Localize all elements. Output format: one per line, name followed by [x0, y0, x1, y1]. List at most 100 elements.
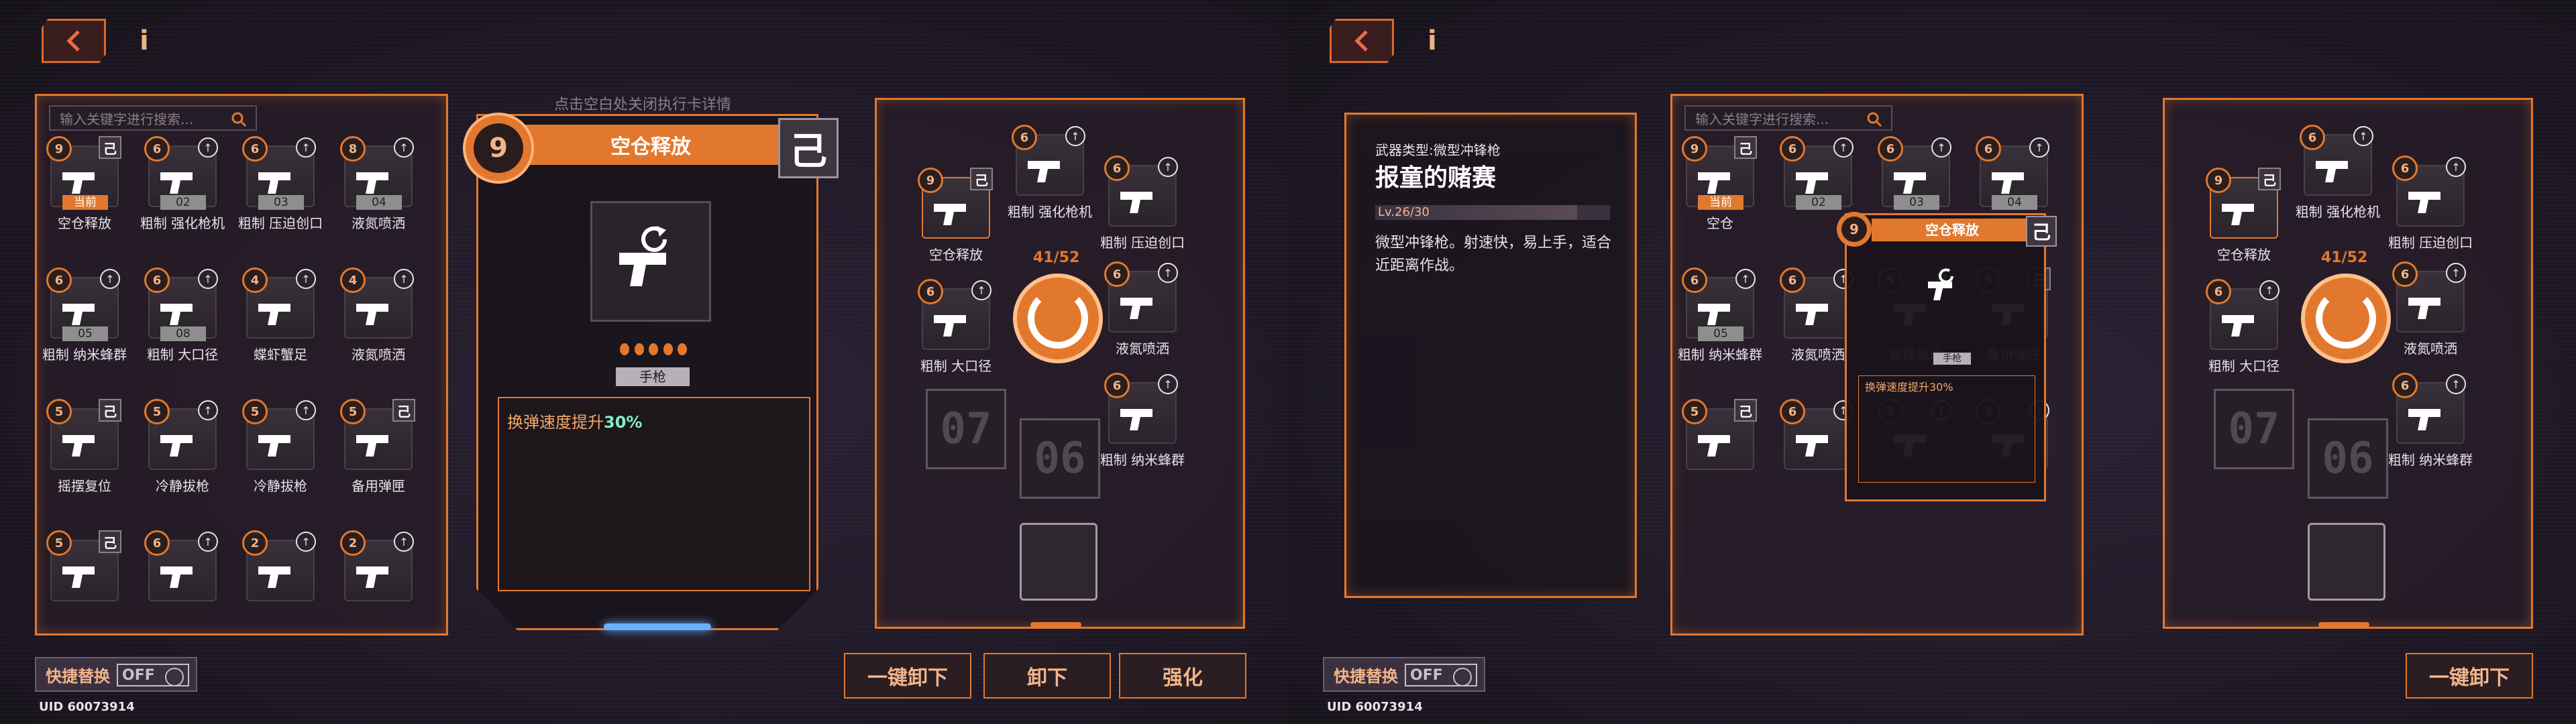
execution-card[interactable]: 6 ↑ 08 粗制 大口径: [144, 267, 219, 368]
loadout-indicator: [1030, 622, 1081, 627]
search-input[interactable]: 输入关键字进行搜索...: [49, 105, 257, 131]
execution-card[interactable]: 6 ↑: [1780, 399, 1855, 499]
execution-card[interactable]: 2↑: [340, 530, 415, 631]
slot-07[interactable]: 07: [2214, 389, 2294, 469]
pistol-reload-icon: [1928, 268, 1953, 300]
execution-card[interactable]: 5 己备用弹匣: [340, 399, 415, 499]
pistol-icon: [160, 435, 193, 457]
card-type-icon: 己: [99, 136, 121, 159]
weapon-core-icon[interactable]: [1013, 274, 1103, 363]
execution-card[interactable]: 4 ↑ 蝶虾蟹足: [242, 267, 317, 368]
right-screen: i 武器类型:微型冲锋枪 报童的赌赛 Lv.26/30 微型冲锋枪。射速快，易上…: [1288, 0, 2576, 724]
execution-card[interactable]: 4 ↑ 液氮喷洒: [340, 267, 415, 368]
card-label: 粗制 强化枪机: [140, 215, 225, 231]
empty-slot[interactable]: [1020, 523, 1097, 601]
popup-weapon-tag: 手枪: [1933, 353, 1971, 365]
card-tag: 03: [258, 195, 304, 210]
execution-card[interactable]: 2↑: [242, 530, 317, 631]
execution-card[interactable]: 6 ↑ 03 粗制 压迫创口: [238, 136, 323, 237]
execution-card[interactable]: 8 ↑ 04 液氮喷洒: [340, 136, 415, 237]
card-label: 粗制 大口径: [920, 358, 992, 374]
pistol-icon: [1028, 161, 1060, 182]
loadout-slot-card[interactable]: 6 ↑ 粗制 大口径: [2206, 279, 2281, 379]
pistol-icon: [2408, 192, 2440, 213]
card-label: 冷静拔枪: [254, 478, 307, 494]
back-button[interactable]: [1330, 19, 1394, 63]
level-badge: 4: [340, 267, 366, 293]
unequip-button[interactable]: 卸下: [983, 653, 1111, 699]
effect-text: 换弹速度提升30%: [507, 413, 643, 432]
search-icon[interactable]: [230, 111, 248, 128]
execution-card[interactable]: 6 ↑ 05 粗制 纳米蜂群: [42, 267, 127, 368]
loadout-slot-card[interactable]: 9 己空仓释放: [918, 168, 993, 268]
loadout-slot-card[interactable]: 6 ↑ 粗制 压迫创口: [1100, 156, 1185, 256]
loadout-slot-card[interactable]: 6 ↑ 粗制 强化枪机: [1008, 125, 1092, 225]
loadout-slot-card[interactable]: 6 ↑ 粗制 压迫创口: [2388, 156, 2473, 256]
execution-card[interactable]: 5 己摇摆复位: [46, 399, 121, 499]
pistol-icon: [2408, 409, 2440, 430]
pistol-icon: [62, 172, 95, 194]
quick-replace-toggle[interactable]: 快捷替换 OFF: [35, 657, 197, 692]
execution-card[interactable]: 6 ↑: [144, 530, 219, 631]
card-type-icon: ↑: [100, 269, 120, 289]
unequip-all-button[interactable]: 一键卸下: [844, 653, 971, 699]
search-input[interactable]: 输入关键字进行搜索...: [1684, 105, 1892, 131]
execution-card[interactable]: 6 ↑ 05 粗制 纳米蜂群: [1678, 267, 1762, 368]
execution-card[interactable]: 9 己当前 空仓释放: [46, 136, 121, 237]
loadout-slot-card[interactable]: 6 ↑ 粗制 大口径: [918, 279, 993, 379]
level-badge: 8: [340, 136, 366, 162]
execution-card[interactable]: 6 ↑ 液氮喷洒: [1780, 267, 1855, 368]
toggle-switch[interactable]: OFF: [117, 664, 189, 686]
card-tag: 05: [62, 326, 108, 341]
execution-card[interactable]: 6 ↑ 02 粗制 强化枪机: [140, 136, 225, 237]
info-button[interactable]: i: [1428, 25, 1437, 56]
execution-card[interactable]: 9 己当前 空仓: [1682, 136, 1757, 237]
level-badge: 6: [1780, 267, 1805, 293]
slot-06[interactable]: 06: [2308, 418, 2388, 499]
info-button[interactable]: i: [140, 25, 149, 56]
search-icon[interactable]: [1866, 111, 1883, 128]
level-badge: 9: [46, 136, 72, 162]
quick-replace-toggle[interactable]: 快捷替换 OFF: [1323, 657, 1485, 692]
card-label: 摇摆复位: [58, 478, 111, 494]
card-label: 液氮喷洒: [1116, 341, 1169, 357]
card-type-icon: ↑: [1833, 137, 1854, 158]
card-label: 粗制 压迫创口: [237, 215, 323, 231]
level-badge: 4: [242, 267, 268, 293]
card-type-icon: 己: [970, 168, 993, 190]
execution-card[interactable]: 5己: [1682, 399, 1757, 499]
weapon-name: 报童的赌赛: [1375, 164, 1497, 192]
level-badge: 6: [46, 267, 72, 293]
upgrade-button[interactable]: 强化: [1119, 653, 1246, 699]
card-type-icon: 己: [99, 530, 121, 553]
loadout-slot-card[interactable]: 9 己空仓释放: [2206, 168, 2281, 268]
level-badge: 5: [46, 530, 72, 556]
card-type-icon: ↑: [296, 400, 316, 420]
pistol-icon: [258, 435, 290, 457]
toggle-switch[interactable]: OFF: [1405, 664, 1477, 686]
unequip-all-button[interactable]: 一键卸下: [2406, 653, 2533, 699]
weapon-core-icon[interactable]: [2301, 274, 2391, 363]
loadout-slot-card[interactable]: 6 ↑ 粗制 纳米蜂群: [1100, 373, 1185, 473]
pistol-icon: [160, 172, 193, 194]
level-badge: 6: [1976, 136, 2001, 162]
execution-card[interactable]: 5己: [46, 530, 121, 631]
card-type-icon: ↑: [1065, 126, 1085, 146]
card-type-icon: ↑: [2446, 263, 2466, 283]
loadout-slot-card[interactable]: 6 ↑ 粗制 强化枪机: [2296, 125, 2380, 225]
level-badge: 6: [1682, 267, 1707, 293]
loadout-slot-card[interactable]: 6 ↑ 液氮喷洒: [1104, 261, 1179, 362]
card-type-icon: ↑: [1158, 374, 1178, 394]
execution-card[interactable]: 5 ↑ 冷静拔枪: [242, 399, 317, 499]
empty-slot[interactable]: [2308, 523, 2385, 601]
weapon-level: Lv.26/30: [1378, 205, 1430, 219]
execution-card[interactable]: 5 ↑ 冷静拔枪: [144, 399, 219, 499]
loadout-slot-card[interactable]: 6 ↑ 液氮喷洒: [2392, 261, 2467, 362]
level-badge: 6: [144, 530, 170, 556]
slot-07[interactable]: 07: [926, 389, 1006, 469]
slot-06[interactable]: 06: [1020, 418, 1100, 499]
card-tag: 02: [1796, 195, 1841, 210]
card-label: 液氮喷洒: [352, 215, 405, 231]
back-button[interactable]: [42, 19, 106, 63]
loadout-slot-card[interactable]: 6 ↑ 粗制 纳米蜂群: [2388, 373, 2473, 473]
